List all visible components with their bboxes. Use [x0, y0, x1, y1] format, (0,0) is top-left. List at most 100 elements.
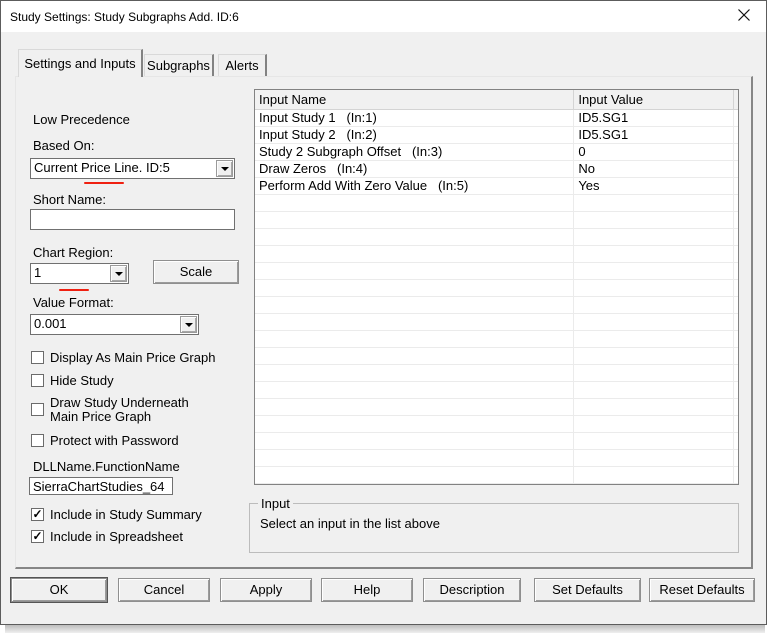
table-row-empty — [255, 246, 738, 263]
input-groupbox-message: Select an input in the list above — [260, 516, 440, 531]
input-value-cell — [574, 484, 734, 485]
input-name-cell — [255, 348, 575, 364]
checkbox-label: Protect with Password — [50, 433, 179, 448]
value-format-label: Value Format: — [33, 295, 114, 310]
checkbox-display-as-main-price-graph[interactable]: Display As Main Price Graph — [31, 350, 215, 365]
row-spacer-cell — [734, 212, 738, 228]
table-row-empty — [255, 314, 738, 331]
based-on-combobox[interactable]: Current Price Line. ID:5 — [30, 158, 235, 179]
input-name-cell — [255, 314, 575, 330]
value-format-combobox[interactable]: 0.001 — [30, 314, 199, 335]
input-value-cell — [574, 246, 734, 262]
reset-defaults-button[interactable]: Reset Defaults — [649, 578, 755, 602]
input-name-cell — [255, 297, 575, 313]
tab-alerts[interactable]: Alerts — [218, 54, 267, 76]
input-name-cell — [255, 246, 575, 262]
tab-label: Subgraphs — [147, 58, 210, 73]
row-spacer-cell[interactable] — [734, 144, 738, 160]
dropdown-arrow-icon[interactable] — [216, 160, 233, 177]
precedence-label: Low Precedence — [33, 112, 130, 127]
checkbox-box[interactable] — [31, 351, 44, 364]
description-button[interactable]: Description — [423, 578, 521, 602]
input-value-cell — [574, 416, 734, 432]
chart-region-label: Chart Region: — [33, 245, 114, 260]
row-spacer-cell — [734, 450, 738, 466]
study-settings-dialog: Study Settings: Study Subgraphs Add. ID:… — [0, 0, 767, 625]
row-spacer-cell — [734, 467, 738, 483]
apply-button[interactable]: Apply — [220, 578, 312, 602]
scale-button[interactable]: Scale — [153, 260, 239, 284]
row-spacer-cell[interactable] — [734, 110, 738, 126]
input-value-cell[interactable]: ID5.SG1 — [574, 110, 734, 126]
tab-label: Alerts — [225, 58, 259, 73]
input-value-cell — [574, 331, 734, 347]
input-name-cell[interactable]: Study 2 Subgraph Offset (In:3) — [255, 144, 575, 160]
dll-function-input[interactable]: SierraChartStudies_64 — [29, 477, 173, 495]
input-name-cell — [255, 382, 575, 398]
input-name-cell[interactable]: Perform Add With Zero Value (In:5) — [255, 178, 575, 194]
row-spacer-cell — [734, 195, 738, 211]
dialog-shadow — [5, 625, 765, 633]
input-name-cell — [255, 229, 575, 245]
column-header-input-name[interactable]: Input Name — [255, 90, 575, 109]
dropdown-arrow-icon[interactable] — [180, 316, 197, 333]
input-name-cell — [255, 399, 575, 415]
checkbox-box[interactable]: ✓ — [31, 508, 44, 521]
table-row-empty — [255, 484, 738, 485]
chart-region-combobox[interactable]: 1 — [30, 263, 129, 284]
row-spacer-cell[interactable] — [734, 161, 738, 177]
table-row-empty — [255, 416, 738, 433]
table-row-empty — [255, 399, 738, 416]
checkbox-box[interactable]: ✓ — [31, 530, 44, 543]
checkbox-include-in-study-summary[interactable]: ✓ Include in Study Summary — [31, 507, 202, 522]
close-button[interactable] — [727, 1, 761, 32]
input-value-cell — [574, 450, 734, 466]
help-button[interactable]: Help — [321, 578, 413, 602]
row-spacer-cell — [734, 246, 738, 262]
row-spacer-cell[interactable] — [734, 127, 738, 143]
dropdown-arrow-icon[interactable] — [110, 265, 127, 282]
input-value-cell[interactable]: Yes — [574, 178, 734, 194]
dll-function-label: DLLName.FunctionName — [33, 459, 180, 474]
row-spacer-cell — [734, 484, 738, 485]
input-name-cell[interactable]: Draw Zeros (In:4) — [255, 161, 575, 177]
table-row-empty — [255, 331, 738, 348]
tab-settings-and-inputs[interactable]: Settings and Inputs — [18, 49, 143, 77]
input-value-cell[interactable]: 0 — [574, 144, 734, 160]
checkbox-box[interactable] — [31, 434, 44, 447]
input-value-cell — [574, 365, 734, 381]
checkbox-hide-study[interactable]: Hide Study — [31, 373, 114, 388]
table-row-empty — [255, 348, 738, 365]
input-groupbox-title: Input — [258, 496, 293, 511]
row-spacer-cell — [734, 382, 738, 398]
checkbox-protect-with-password[interactable]: Protect with Password — [31, 433, 179, 448]
table-row[interactable]: Study 2 Subgraph Offset (In:3) 0 — [255, 144, 738, 161]
ok-button[interactable]: OK — [10, 577, 108, 603]
table-row[interactable]: Input Study 1 (In:1) ID5.SG1 — [255, 110, 738, 127]
input-value-cell — [574, 399, 734, 415]
input-value-cell[interactable]: No — [574, 161, 734, 177]
tab-label: Settings and Inputs — [24, 56, 136, 71]
cancel-button[interactable]: Cancel — [118, 578, 210, 602]
table-row[interactable]: Input Study 2 (In:2) ID5.SG1 — [255, 127, 738, 144]
short-name-input[interactable] — [30, 209, 235, 230]
table-row-empty — [255, 297, 738, 314]
table-row[interactable]: Perform Add With Zero Value (In:5) Yes — [255, 178, 738, 195]
input-name-cell[interactable]: Input Study 1 (In:1) — [255, 110, 575, 126]
checkbox-draw-study-underneath[interactable]: Draw Study Underneath Main Price Graph — [31, 395, 200, 424]
input-name-cell — [255, 416, 575, 432]
checkbox-box[interactable] — [31, 403, 44, 416]
table-row[interactable]: Draw Zeros (In:4) No — [255, 161, 738, 178]
title-bar: Study Settings: Study Subgraphs Add. ID:… — [1, 1, 766, 32]
input-value-cell[interactable]: ID5.SG1 — [574, 127, 734, 143]
short-name-label: Short Name: — [33, 192, 106, 207]
table-row-empty — [255, 450, 738, 467]
set-defaults-button[interactable]: Set Defaults — [534, 578, 641, 602]
input-name-cell[interactable]: Input Study 2 (In:2) — [255, 127, 575, 143]
column-header-input-value[interactable]: Input Value — [574, 90, 734, 109]
tab-subgraphs[interactable]: Subgraphs — [144, 54, 214, 76]
checkbox-include-in-spreadsheet[interactable]: ✓ Include in Spreadsheet — [31, 529, 183, 544]
inputs-table-rows: Input Study 1 (In:1) ID5.SG1 Input Study 2… — [255, 110, 738, 485]
row-spacer-cell[interactable] — [734, 178, 738, 194]
checkbox-box[interactable] — [31, 374, 44, 387]
